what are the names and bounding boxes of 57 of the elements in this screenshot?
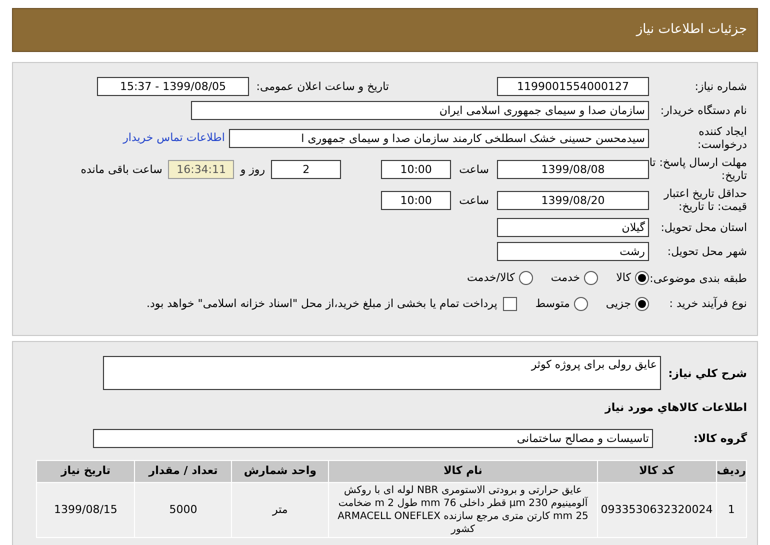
text-field[interactable]: تاسیسات و مصالح ساختمانی [93,428,653,448]
column-header: تعداد / مقدار [134,460,232,482]
field-label: ساعت [459,162,489,176]
text-field[interactable]: 1399/08/20 [497,190,649,210]
column-header: نام کالا [328,460,598,482]
table-cell: متر [232,482,329,537]
table-cell: 1399/08/15 [36,482,135,537]
text-field[interactable]: 1399/08/08 [497,160,649,178]
description-field[interactable]: عایق رولی برای پروژه کوثر [103,356,661,390]
table-cell: 0933530632320024 [597,482,716,537]
field-label: مهلت ارسال پاسخ: تا تاریخ: [649,156,747,182]
remaining-time-field: 16:34:11 [168,160,234,178]
field-label: نوع فرآیند خرید : [668,297,747,310]
text-field[interactable]: 10:00 [381,160,452,178]
field-label: شهر محل تحویل: [666,245,747,258]
column-header: واحد شمارش [232,460,329,482]
radio-button[interactable] [574,296,588,311]
text-field[interactable]: 1399/08/05 - 15:37 [97,77,249,96]
checkbox[interactable] [503,296,518,311]
table-cell: عایق حرارتی و برودتی الاستومری NBR لوله ای با روکش آلومینیوم 230 µm قطر داخلی 76 mm طول 2 m ضخامت 25 mm کارتن متری مرجع سازنده ARMACELL ONEFLEX کشور [328,482,598,537]
checkbox-label: پرداخت تمام یا بخشی از مبلغ خرید،از محل "اسناد خزانه اسلامی" خواهد بود. [146,296,498,312]
table-cell: 1 [716,482,746,537]
field-label: ساعت باقی مانده [80,162,162,176]
contact-link[interactable]: اطلاعات تماس خریدار [123,130,225,146]
text-field[interactable]: رشت [497,242,649,261]
radio-button[interactable] [635,296,649,311]
field-label: ساعت [459,194,489,206]
text-field[interactable]: سیدمحسن حسینی خشک اسطلخی کارمند سازمان صدا و سیمای جمهوری ا [229,128,649,148]
option-label: کالا/خدمت [467,270,515,286]
field-label: تاریخ و ساعت اعلان عمومی: [255,80,389,93]
section-title: اطلاعات کالاهاي مورد نياز [605,400,747,416]
column-header: کد کالا [597,460,716,482]
option-label: متوسط [535,296,570,312]
field-label: شماره نیاز: [694,80,747,93]
option-label: کالا [616,270,631,286]
column-header: ردیف [716,460,746,482]
radio-button[interactable] [584,271,598,286]
header-title: جزئیات اطلاعات نیاز [636,21,747,40]
option-label: خدمت [550,270,580,286]
table-cell: 5000 [134,482,232,537]
field-label: گروه کالا: [692,432,747,444]
field-label: استان محل تحویل: [660,221,747,234]
radio-button[interactable] [518,271,533,286]
text-field[interactable]: 2 [271,160,342,178]
radio-button[interactable] [635,271,649,286]
field-label: نام دستگاه خریدار: [659,104,747,117]
field-label: روز و [240,162,266,176]
text-field[interactable]: 10:00 [381,190,452,210]
column-header: تاریخ نیاز [36,460,135,482]
text-field[interactable]: 1199001554000127 [497,77,649,96]
text-field[interactable]: گیلان [497,218,649,237]
text-field[interactable]: سازمان صدا و سیمای جمهوری اسلامی ایران [191,101,649,120]
field-label: شرح کلي نياز: [667,366,747,380]
field-label: حداقل تاریخ اعتبار قیمت: تا تاریخ: [662,187,747,213]
option-label: جزیی [606,296,631,312]
field-label: ایجاد کننده درخواست: [696,125,747,151]
field-label: طبقه بندی موضوعی: [649,272,747,285]
